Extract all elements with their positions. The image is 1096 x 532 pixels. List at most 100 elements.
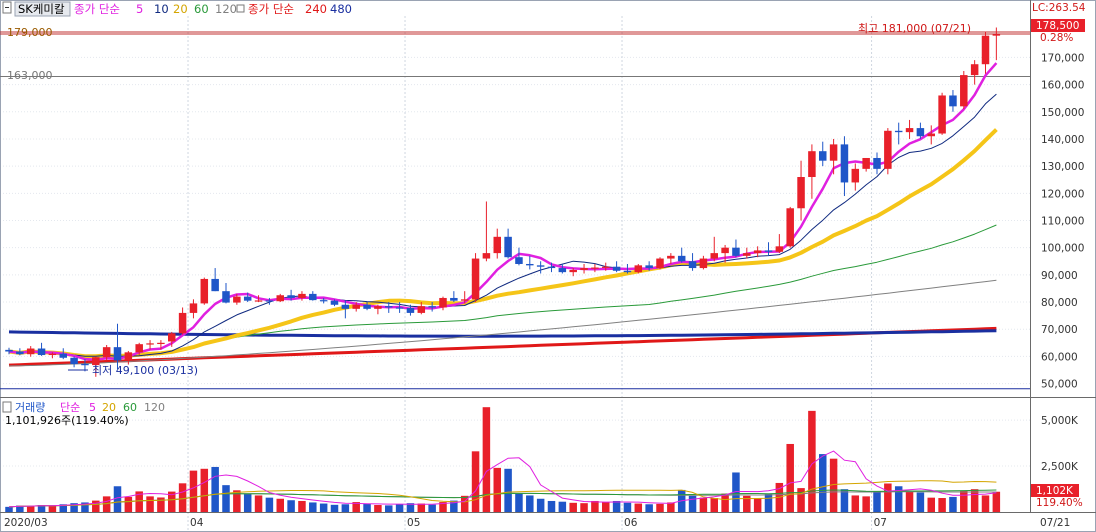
- candle-body: [70, 357, 78, 365]
- ma10-legend: 10: [154, 2, 169, 16]
- candle: [211, 268, 219, 292]
- volume-bar: [515, 493, 523, 512]
- volume-current: 1,101,926주(119.40%): [5, 414, 129, 427]
- candle-body: [677, 255, 686, 262]
- candle-body: [417, 306, 426, 313]
- candle: [200, 277, 209, 305]
- candle-body: [363, 304, 371, 309]
- volume-bar: [753, 498, 762, 512]
- candle-body: [515, 257, 523, 264]
- volume-axis-labels: 2,500K 5,000K: [1041, 415, 1079, 473]
- date-tick-label: 07: [874, 517, 887, 529]
- candle: [276, 293, 284, 303]
- candle-body: [406, 308, 415, 313]
- candle-body: [764, 250, 773, 252]
- candle-body: [26, 348, 35, 355]
- volume-bar: [884, 483, 892, 512]
- volume-bar: [656, 503, 664, 512]
- candle: [699, 255, 708, 270]
- volume-bar: [157, 497, 165, 512]
- candle-body: [688, 261, 697, 269]
- last-volume: 1,102K: [1036, 485, 1074, 497]
- candle-body: [222, 291, 230, 303]
- volume-bar: [558, 501, 567, 512]
- volume-bar: [5, 506, 13, 512]
- candle-body: [602, 266, 610, 268]
- volume-ma-lines: [8, 450, 997, 508]
- candle-body: [233, 296, 241, 303]
- candle: [808, 144, 816, 199]
- candle-body: [721, 247, 729, 254]
- low-annotation: 최저 49,100 (03/13): [92, 364, 198, 377]
- volume-bar: [580, 503, 588, 512]
- candle-body: [287, 295, 295, 298]
- volume-bar: [862, 496, 870, 512]
- candle-body: [330, 300, 339, 305]
- candle: [884, 128, 892, 175]
- volume-bar: [960, 490, 968, 512]
- candle-body: [960, 75, 968, 107]
- candle: [927, 125, 935, 145]
- vol-ma-prefix: 단순: [60, 401, 80, 414]
- volume-bar: [840, 489, 849, 512]
- price-axis-labels: 50,000 60,000 70,000 80,000 90,000 100,000 110…: [1041, 52, 1084, 390]
- candle: [688, 253, 697, 271]
- candle-body: [992, 34, 1001, 36]
- volume-bar: [569, 502, 577, 512]
- candle: [37, 342, 46, 356]
- ma2-legend-prefix: 종가 단순: [248, 2, 294, 16]
- candle-body: [135, 344, 143, 353]
- date-tick-label: 05: [407, 517, 420, 529]
- candle-body: [623, 270, 632, 273]
- candle-body: [309, 293, 317, 301]
- candle: [732, 239, 740, 258]
- candle-body: [710, 253, 718, 259]
- candle-body: [981, 35, 990, 65]
- candle-body: [916, 128, 925, 137]
- price-tick-label: 80,000: [1041, 297, 1078, 309]
- date-tick-label: 06: [624, 517, 638, 529]
- price-tick-label: 90,000: [1041, 270, 1078, 282]
- symbol-name[interactable]: SK케미칼: [18, 2, 65, 16]
- candle: [677, 247, 686, 263]
- ma-legend-prefix: 종가 단순: [74, 2, 120, 16]
- ma5-legend: 5: [136, 2, 143, 16]
- ref-line-163-label: 163,000: [7, 69, 53, 82]
- volume-bar: [938, 498, 946, 512]
- volume-bar: [243, 493, 252, 512]
- candle-body: [471, 258, 480, 300]
- candle: [721, 244, 729, 263]
- candle: [829, 138, 838, 175]
- candle-body: [341, 304, 350, 309]
- candle-body: [493, 236, 501, 254]
- last-price: 178,500: [1036, 20, 1079, 32]
- candle: [471, 253, 480, 303]
- candle-body: [536, 265, 545, 267]
- volume-bar: [536, 498, 545, 512]
- candle-body: [59, 353, 67, 358]
- candle-body: [265, 300, 274, 302]
- candle-body: [319, 300, 328, 302]
- candle-body: [276, 295, 284, 302]
- price-tick-label: 170,000: [1041, 52, 1084, 64]
- candle-body: [927, 133, 935, 137]
- candle-body: [949, 95, 957, 107]
- volume-bar: [493, 467, 501, 512]
- vol-ma5-line: [8, 450, 997, 508]
- volume-bar: [124, 496, 133, 512]
- volume-bar: [48, 505, 57, 512]
- volume-bar: [363, 503, 371, 512]
- candle-body: [526, 263, 534, 266]
- volume-pct: 119.40%: [1036, 497, 1083, 509]
- volume-bar: [819, 454, 827, 512]
- change-pct: 0.28%: [1040, 32, 1073, 44]
- candle-body: [699, 258, 708, 269]
- candle-body: [808, 151, 816, 178]
- volume-bar: [873, 491, 881, 512]
- candle: [851, 163, 860, 191]
- volume-bar: [721, 493, 729, 512]
- candle-body: [146, 343, 154, 345]
- stock-chart-canvas: 50,000 60,000 70,000 80,000 90,000 100,000 110…: [0, 0, 1096, 532]
- volume-bar: [710, 498, 718, 512]
- volume-bar: [526, 495, 534, 512]
